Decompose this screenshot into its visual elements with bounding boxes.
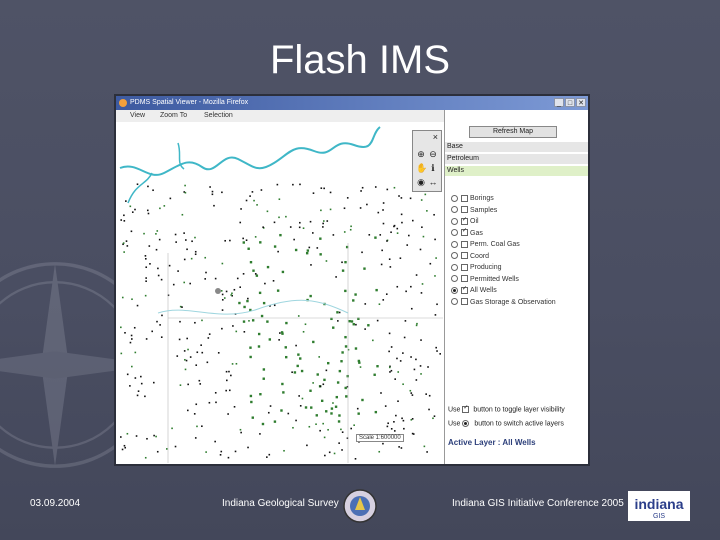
window-title: PDMS Spatial Viewer - Mozilla Firefox (130, 99, 249, 106)
layer-panel: Refresh Map Base Petroleum Wells Borings… (444, 110, 588, 464)
layer-checkbox[interactable] (461, 275, 468, 283)
identify-icon[interactable]: ℹ (428, 163, 438, 173)
help-radio-pre: Use (448, 420, 461, 428)
footer-right: Indiana GIS Initiative Conference 2005 (452, 498, 624, 509)
layer-label: Gas Storage & Observation (470, 298, 556, 306)
measure-icon[interactable]: ↔ (428, 177, 438, 187)
tool-palette: × ⊕ ⊖ ✋ ℹ ◉ ↔ (412, 130, 442, 192)
layer-radio[interactable] (451, 206, 458, 214)
river-path-2 (127, 142, 185, 204)
layer-row[interactable]: Permitted Wells (451, 275, 519, 284)
layer-checkbox[interactable] (461, 229, 468, 237)
layer-label: Producing (470, 264, 502, 271)
layer-label: Perm. Coal Gas (470, 241, 520, 248)
section-petroleum[interactable]: Petroleum (445, 154, 588, 164)
layer-label: Samples (470, 206, 498, 214)
scale-label: Scale 1:600000 (356, 434, 404, 442)
river-path (119, 126, 381, 176)
pan-icon[interactable]: ✋ (416, 163, 427, 173)
window-titlebar: PDMS Spatial Viewer - Mozilla Firefox _ … (116, 96, 588, 110)
layer-row[interactable]: Oil (451, 217, 479, 226)
menu-view[interactable]: View (130, 110, 145, 122)
layer-radio[interactable] (451, 298, 458, 306)
help-checkbox-pre: Use (448, 406, 461, 414)
layer-radio[interactable] (451, 263, 458, 271)
layer-label: Gas (470, 229, 483, 237)
help-checkbox-post: button to toggle layer visibility (473, 406, 565, 414)
layer-checkbox[interactable] (461, 298, 468, 306)
maximize-button[interactable]: □ (565, 98, 575, 107)
map-menubar: View Zoom To Selection (116, 110, 446, 122)
active-layer-label: Active Layer : All Wells (448, 438, 536, 447)
layer-label: Borings (470, 195, 494, 202)
layer-label: All Wells (470, 287, 497, 294)
survey-seal-icon (343, 489, 377, 523)
layer-radio[interactable] (451, 286, 458, 294)
layer-checkbox[interactable] (461, 194, 468, 202)
layer-row[interactable]: Samples (451, 206, 497, 215)
menu-zoom-to[interactable]: Zoom To (160, 110, 187, 122)
layer-radio[interactable] (451, 275, 458, 283)
menu-selection[interactable]: Selection (204, 110, 233, 122)
layer-checkbox[interactable] (461, 263, 468, 271)
help-checkbox: Use button to toggle layer visibility (448, 406, 565, 413)
layer-checkbox[interactable] (461, 286, 468, 294)
county-line (167, 243, 443, 463)
layer-radio[interactable] (451, 217, 458, 225)
help-radio: Use button to switch active layers (448, 420, 564, 427)
footer-center: Indiana Geological Survey (222, 498, 339, 509)
close-window-button[interactable]: ✕ (576, 98, 586, 107)
layer-row[interactable]: Borings (451, 194, 494, 203)
stream-path (157, 299, 349, 315)
globe-icon[interactable]: ◉ (416, 177, 426, 187)
layer-checkbox[interactable] (461, 206, 468, 214)
slide-title: Flash IMS (269, 38, 451, 82)
layer-radio[interactable] (451, 194, 458, 202)
section-wells[interactable]: Wells (445, 166, 588, 176)
layer-row[interactable]: All Wells (451, 286, 497, 295)
svg-text:indiana: indiana (634, 496, 683, 512)
browser-window: PDMS Spatial Viewer - Mozilla Firefox _ … (114, 94, 590, 466)
layer-radio[interactable] (451, 252, 458, 260)
layer-label: Oil (470, 218, 479, 225)
map-canvas[interactable] (118, 123, 443, 463)
layer-row[interactable]: Gas (451, 229, 483, 238)
layer-checkbox[interactable] (461, 240, 468, 248)
layer-label: Permitted Wells (470, 275, 519, 283)
help-radio-post: button to switch active layers (474, 420, 564, 428)
layer-row[interactable]: Gas Storage & Observation (451, 298, 556, 307)
radio-sample-icon (462, 420, 470, 427)
layer-checkbox[interactable] (461, 252, 468, 260)
zoom-in-icon[interactable]: ⊕ (416, 149, 426, 159)
firefox-icon (119, 99, 127, 107)
footer-date: 03.09.2004 (30, 498, 81, 509)
close-icon[interactable]: × (433, 132, 438, 142)
layer-row[interactable]: Coord (451, 252, 489, 261)
layer-row[interactable]: Perm. Coal Gas (451, 240, 520, 249)
layer-radio[interactable] (451, 229, 458, 237)
refresh-map-button[interactable]: Refresh Map (469, 126, 557, 138)
checkbox-sample-icon (462, 406, 470, 413)
minimize-button[interactable]: _ (554, 98, 564, 107)
layer-row[interactable]: Producing (451, 263, 502, 272)
zoom-out-icon[interactable]: ⊖ (428, 149, 438, 159)
layer-label: Coord (470, 252, 490, 260)
svg-text:GIS: GIS (653, 513, 665, 520)
indiana-gis-logo: indiana GIS (628, 491, 690, 521)
layer-checkbox[interactable] (461, 217, 468, 225)
layer-radio[interactable] (451, 240, 458, 248)
location-marker (215, 288, 221, 294)
section-base[interactable]: Base (445, 142, 588, 152)
